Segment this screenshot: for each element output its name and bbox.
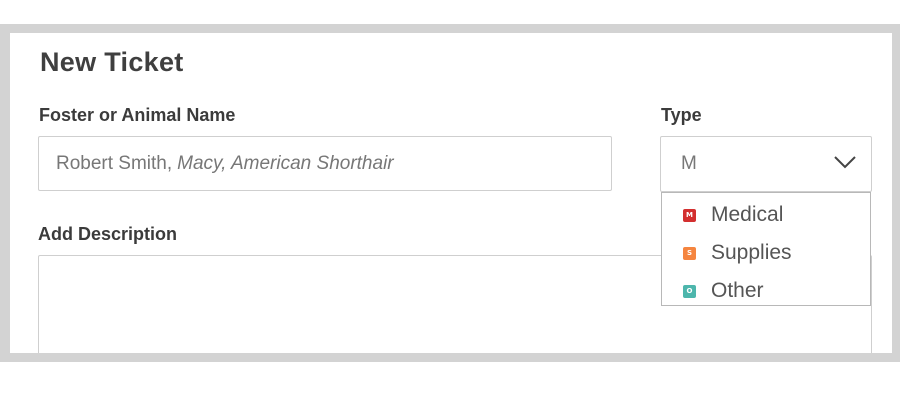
type-label: Type xyxy=(661,105,702,125)
type-option-label: Supplies xyxy=(711,241,792,264)
foster-animal-name-label: Foster or Animal Name xyxy=(39,105,236,125)
form-title: New Ticket xyxy=(40,47,184,77)
type-option-supplies[interactable]: S Supplies xyxy=(662,234,870,272)
type-option-label: Medical xyxy=(711,203,784,226)
name-input-value: Robert Smith, xyxy=(56,152,173,174)
type-option-label: Other xyxy=(711,279,764,302)
add-description-label: Add Description xyxy=(38,224,178,244)
type-option-other[interactable]: O Other xyxy=(662,272,870,310)
type-dropdown-menu: M Medical S Supplies O Other xyxy=(661,192,871,306)
name-input-animal-value: Macy, American Shorthair xyxy=(177,152,394,174)
other-badge-icon: O xyxy=(683,284,696,298)
foster-animal-name-input[interactable]: Robert Smith, Macy, American Shorthair xyxy=(38,136,612,191)
new-ticket-form: New Ticket Foster or Animal Name Robert … xyxy=(10,33,892,353)
type-select[interactable]: M xyxy=(660,136,872,192)
type-option-medical[interactable]: M Medical xyxy=(662,196,870,234)
supplies-badge-icon: S xyxy=(683,246,696,260)
medical-badge-icon: M xyxy=(683,208,696,222)
chevron-down-icon[interactable] xyxy=(833,154,857,170)
type-select-value: M xyxy=(681,153,697,174)
